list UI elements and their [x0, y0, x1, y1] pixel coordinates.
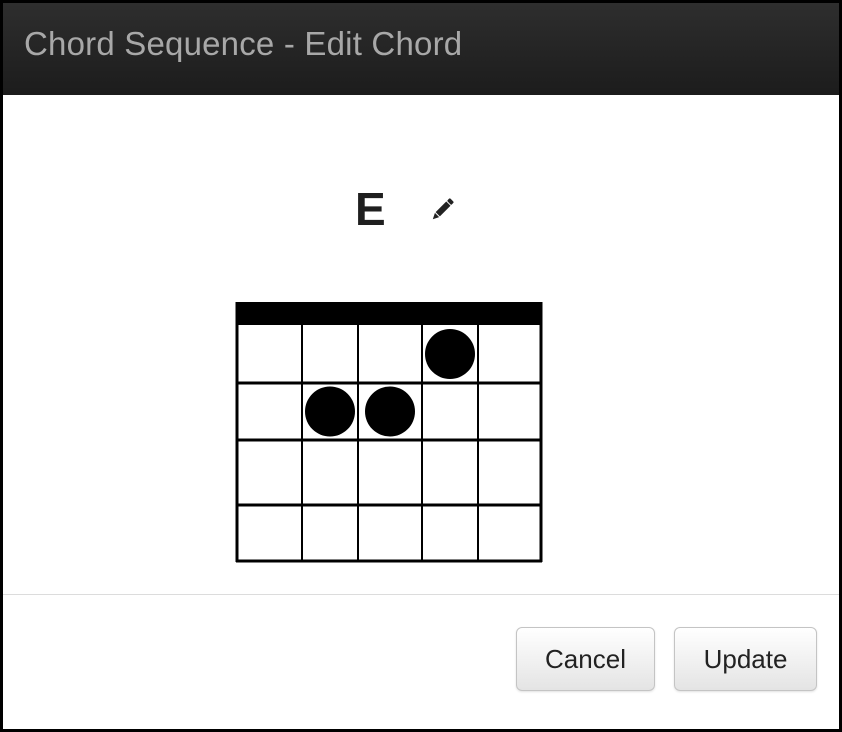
nut	[236, 302, 542, 325]
finger-dot[interactable]	[305, 386, 355, 437]
update-button[interactable]: Update	[674, 627, 817, 691]
chord-diagram	[235, 302, 543, 563]
chord-name-row: E	[3, 181, 839, 241]
finger-dot[interactable]	[425, 329, 475, 379]
chord-name: E	[355, 183, 386, 235]
pencil-icon[interactable]	[426, 194, 458, 226]
footer-divider	[3, 594, 839, 595]
edit-chord-dialog: Chord Sequence - Edit Chord E Cancel Upd…	[3, 3, 839, 729]
finger-dot[interactable]	[365, 386, 415, 437]
cancel-button[interactable]: Cancel	[516, 627, 655, 691]
dialog-header: Chord Sequence - Edit Chord	[3, 3, 839, 95]
dialog-title: Chord Sequence - Edit Chord	[24, 25, 463, 62]
